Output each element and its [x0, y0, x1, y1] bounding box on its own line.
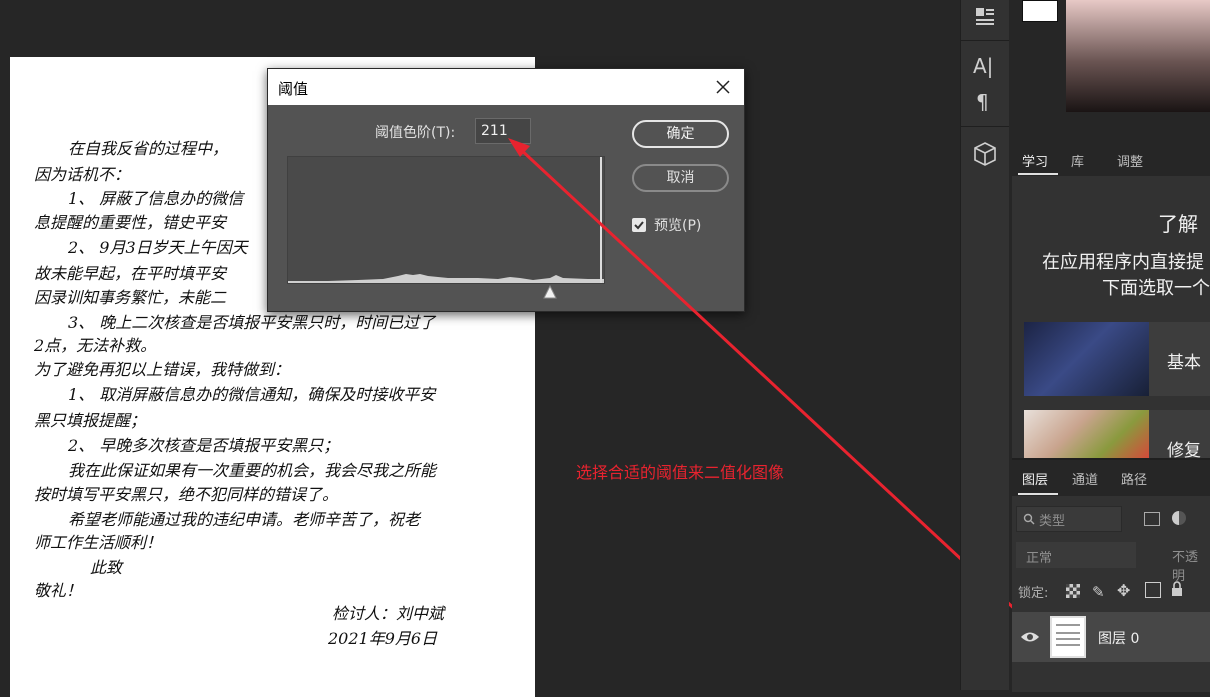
doc-line: 黑只填报提醒；: [34, 411, 147, 430]
doc-line: 敬礼！: [34, 581, 83, 600]
tab-adjustments[interactable]: 调整: [1117, 151, 1143, 170]
lock-label: 锁定:: [1018, 586, 1049, 601]
histogram-graph: [288, 157, 604, 283]
doc-line: 1、 屏蔽了信息办的微信: [68, 189, 244, 208]
doc-line: 我在此保证如果有一次重要的机会，我会尽我之所能: [68, 461, 437, 480]
doc-line: 按时填写平安黑只，绝不犯同样的错误了。: [34, 485, 339, 504]
doc-line: 3、 晚上二次核查是否填报平安黑只时，时间已过了: [68, 313, 436, 332]
properties-icon[interactable]: [971, 2, 999, 30]
doc-line: 2、 9月3日岁天上午因天: [68, 238, 248, 257]
tab-learn[interactable]: 学习: [1022, 151, 1048, 170]
histogram: [287, 156, 605, 284]
color-picker-field[interactable]: [1066, 0, 1210, 112]
doc-line: 2、 早晚多次核查是否填报平安黑只；: [68, 436, 340, 455]
doc-line: 师工作生活顺利！: [34, 533, 163, 552]
filter-pixel-icon[interactable]: [1144, 512, 1160, 526]
layer-row[interactable]: 图层 0: [1012, 612, 1210, 662]
threshold-level-label: 阈值色阶(T):: [375, 125, 456, 141]
active-tab-indicator: [1018, 493, 1058, 495]
learn-subtitle-line: 在应用程序内直接提: [1042, 252, 1204, 273]
cancel-button[interactable]: 取消: [632, 164, 729, 192]
lock-artboard-icon[interactable]: [1145, 582, 1161, 598]
threshold-level-input[interactable]: [475, 118, 531, 144]
blend-mode-value: 正常: [1026, 551, 1053, 566]
filter-adjustment-icon[interactable]: [1172, 511, 1186, 525]
tab-channels[interactable]: 通道: [1072, 469, 1098, 488]
doc-line: 故未能早起，在平时填平安: [34, 264, 227, 283]
doc-line: 息提醒的重要性，错史平安: [34, 213, 227, 232]
doc-line: 希望老师能通过我的违纪申请。老师辛苦了，祝老: [68, 510, 421, 529]
doc-signature: 检讨人：刘中斌: [332, 604, 445, 623]
layers-panel: 图层 通道 路径 类型 正常 不透明 锁定: ✎ ✥ 图层 0: [1012, 458, 1210, 692]
foreground-color-swatch[interactable]: [1022, 0, 1058, 22]
lock-transparent-icon[interactable]: [1066, 584, 1080, 598]
paragraph-icon[interactable]: ¶: [976, 90, 1002, 116]
dialog-titlebar[interactable]: 阈值: [268, 69, 744, 105]
tab-library[interactable]: 库: [1071, 151, 1084, 170]
tutorial-card[interactable]: 基本: [1024, 322, 1210, 396]
ok-button[interactable]: 确定: [632, 120, 729, 148]
tutorial-card[interactable]: 修复: [1024, 410, 1210, 461]
annotation-text: 选择合适的阈值来二值化图像: [576, 463, 785, 482]
blend-mode-select[interactable]: 正常: [1016, 542, 1136, 568]
learn-title: 了解: [1158, 212, 1198, 236]
preview-label: 预览(P): [654, 218, 702, 234]
search-icon: [1023, 513, 1035, 525]
checkmark-icon: [634, 221, 644, 230]
tutorial-thumbnail: [1024, 322, 1149, 396]
doc-date: 2021年9月6日: [328, 629, 438, 648]
layer-thumbnail: [1050, 616, 1086, 658]
lock-paint-icon[interactable]: ✎: [1092, 583, 1105, 601]
tutorial-card-label: 基本: [1167, 353, 1201, 373]
doc-line: 因为话机不：: [34, 165, 131, 184]
doc-line: 因录训知事务繁忙，未能二: [34, 288, 227, 307]
eye-icon[interactable]: [1020, 630, 1040, 644]
doc-line: 为了避免再犯以上错误，我特做到：: [34, 360, 291, 379]
doc-line: 此致: [90, 558, 123, 577]
character-icon[interactable]: A|: [973, 54, 999, 80]
dialog-title: 阈值: [278, 80, 309, 98]
close-icon[interactable]: [710, 74, 736, 100]
threshold-slider-handle[interactable]: [541, 284, 559, 300]
tab-layers[interactable]: 图层: [1022, 469, 1048, 488]
layer-filter-placeholder: 类型: [1039, 514, 1066, 529]
tab-paths[interactable]: 路径: [1121, 469, 1147, 488]
doc-line: 1、 取消屏蔽信息办的微信通知，确保及时接收平安: [68, 385, 436, 404]
layer-name: 图层 0: [1098, 631, 1140, 647]
active-tab-indicator: [1018, 173, 1058, 175]
threshold-dialog: 阈值 阈值色阶(T): 确定 取消 预览(P): [267, 68, 745, 312]
layers-tabbar: 图层 通道 路径: [1012, 460, 1210, 496]
lock-icon[interactable]: [1170, 580, 1184, 598]
panel-icon-strip: A| ¶: [960, 0, 1009, 690]
doc-line: 在自我反省的过程中，: [68, 139, 229, 158]
3d-cube-icon[interactable]: [971, 140, 999, 168]
preview-checkbox[interactable]: [632, 218, 646, 232]
lock-move-icon[interactable]: ✥: [1117, 581, 1130, 600]
opacity-label: 不透明: [1172, 550, 1199, 584]
learn-subtitle-line: 下面选取一个: [1102, 278, 1210, 299]
layer-filter-search[interactable]: 类型: [1016, 506, 1122, 532]
tutorial-thumbnail: [1024, 410, 1149, 458]
learn-tabbar: 学习 库 调整: [1012, 140, 1210, 176]
doc-line: 2点，无法补救。: [34, 336, 157, 355]
